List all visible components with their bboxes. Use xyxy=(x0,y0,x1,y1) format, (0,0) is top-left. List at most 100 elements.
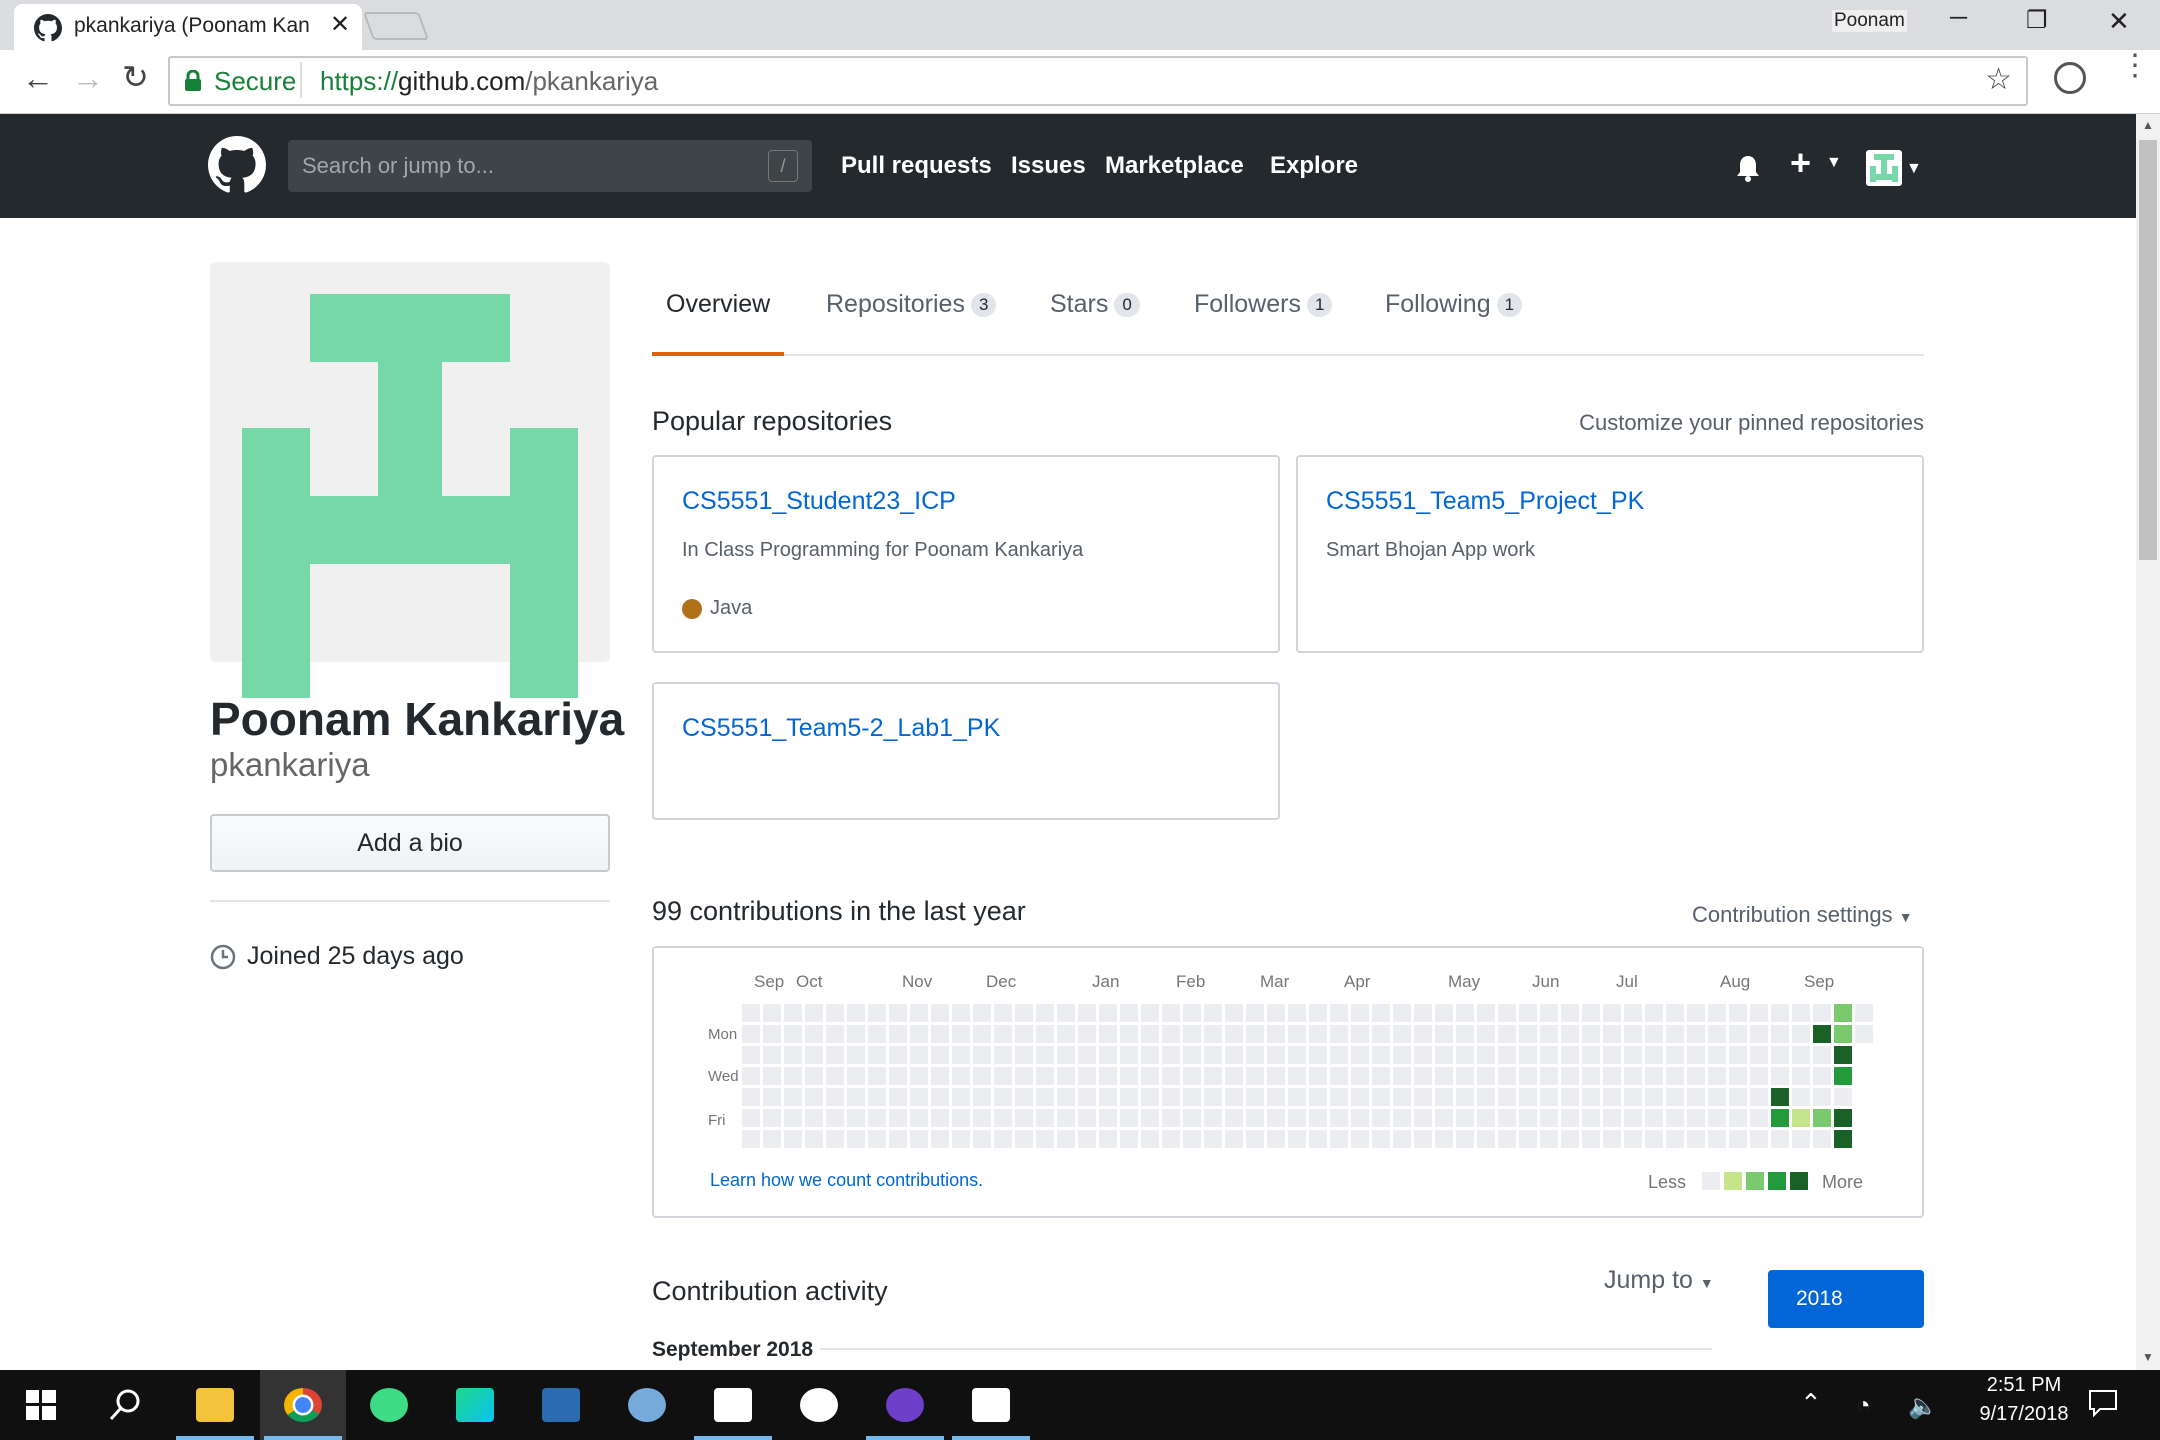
contribution-day-cell[interactable] xyxy=(910,1130,928,1148)
contribution-day-cell[interactable] xyxy=(742,1004,760,1022)
contribution-day-cell[interactable] xyxy=(1414,1067,1432,1085)
contribution-day-cell[interactable] xyxy=(1204,1025,1222,1043)
contribution-day-cell[interactable] xyxy=(973,1067,991,1085)
contribution-day-cell[interactable] xyxy=(1393,1130,1411,1148)
contribution-day-cell[interactable] xyxy=(1540,1025,1558,1043)
tab-overview[interactable]: Overview xyxy=(666,290,770,319)
repo-name-link[interactable]: CS5551_Student23_ICP xyxy=(682,487,956,516)
contribution-day-cell[interactable] xyxy=(1729,1025,1747,1043)
contribution-day-cell[interactable] xyxy=(1204,1067,1222,1085)
contribution-day-cell[interactable] xyxy=(1456,1109,1474,1127)
contribution-day-cell[interactable] xyxy=(1708,1046,1726,1064)
contribution-day-cell[interactable] xyxy=(1645,1088,1663,1106)
contribution-day-cell[interactable] xyxy=(1393,1109,1411,1127)
contribution-day-cell[interactable] xyxy=(1687,1088,1705,1106)
contribution-day-cell[interactable] xyxy=(1708,1088,1726,1106)
contribution-day-cell[interactable] xyxy=(784,1067,802,1085)
contribution-day-cell[interactable] xyxy=(1645,1130,1663,1148)
contribution-day-cell[interactable] xyxy=(931,1088,949,1106)
contribution-day-cell[interactable] xyxy=(952,1088,970,1106)
contribution-day-cell[interactable] xyxy=(1183,1109,1201,1127)
contribution-day-cell[interactable] xyxy=(1624,1109,1642,1127)
jump-to-dropdown[interactable]: Jump to ▼ xyxy=(1604,1266,1714,1295)
contribution-day-cell[interactable] xyxy=(1750,1067,1768,1085)
github-desktop-icon[interactable] xyxy=(862,1370,948,1440)
contribution-day-cell[interactable] xyxy=(1582,1088,1600,1106)
contribution-day-cell[interactable] xyxy=(1771,1130,1789,1148)
contribution-day-cell[interactable] xyxy=(1309,1025,1327,1043)
contribution-day-cell[interactable] xyxy=(847,1004,865,1022)
contribution-day-cell[interactable] xyxy=(1015,1130,1033,1148)
contribution-day-cell[interactable] xyxy=(1834,1067,1852,1085)
contribution-day-cell[interactable] xyxy=(1561,1004,1579,1022)
contribution-day-cell[interactable] xyxy=(1750,1088,1768,1106)
contribution-day-cell[interactable] xyxy=(1225,1046,1243,1064)
tab-repositories[interactable]: Repositories 3 xyxy=(826,290,997,319)
contribution-day-cell[interactable] xyxy=(1855,1004,1873,1022)
contribution-day-cell[interactable] xyxy=(1414,1130,1432,1148)
contribution-day-cell[interactable] xyxy=(1057,1046,1075,1064)
contribution-day-cell[interactable] xyxy=(1708,1004,1726,1022)
contribution-day-cell[interactable] xyxy=(1687,1130,1705,1148)
reload-icon[interactable]: ↻ xyxy=(122,58,149,96)
contribution-day-cell[interactable] xyxy=(1666,1109,1684,1127)
contribution-day-cell[interactable] xyxy=(1834,1088,1852,1106)
contribution-day-cell[interactable] xyxy=(910,1025,928,1043)
contribution-day-cell[interactable] xyxy=(805,1004,823,1022)
contribution-day-cell[interactable] xyxy=(931,1025,949,1043)
contribution-day-cell[interactable] xyxy=(1435,1046,1453,1064)
contribution-day-cell[interactable] xyxy=(1456,1088,1474,1106)
contribution-day-cell[interactable] xyxy=(994,1088,1012,1106)
contribution-day-cell[interactable] xyxy=(1771,1088,1789,1106)
contribution-day-cell[interactable] xyxy=(1330,1025,1348,1043)
contribution-day-cell[interactable] xyxy=(1603,1130,1621,1148)
contribution-day-cell[interactable] xyxy=(1729,1109,1747,1127)
contribution-day-cell[interactable] xyxy=(868,1109,886,1127)
contribution-day-cell[interactable] xyxy=(973,1109,991,1127)
contribution-day-cell[interactable] xyxy=(1435,1067,1453,1085)
scroll-up-icon[interactable]: ▲ xyxy=(2142,118,2154,132)
contribution-day-cell[interactable] xyxy=(1540,1046,1558,1064)
scroll-down-icon[interactable]: ▼ xyxy=(2142,1350,2154,1364)
contribution-day-cell[interactable] xyxy=(1477,1025,1495,1043)
contribution-day-cell[interactable] xyxy=(1036,1004,1054,1022)
contribution-day-cell[interactable] xyxy=(1582,1046,1600,1064)
contribution-day-cell[interactable] xyxy=(1141,1004,1159,1022)
contribution-day-cell[interactable] xyxy=(994,1025,1012,1043)
contribution-day-cell[interactable] xyxy=(1540,1130,1558,1148)
contribution-day-cell[interactable] xyxy=(1120,1130,1138,1148)
contribution-day-cell[interactable] xyxy=(1687,1067,1705,1085)
contribution-day-cell[interactable] xyxy=(1477,1067,1495,1085)
contribution-day-cell[interactable] xyxy=(1204,1088,1222,1106)
contribution-day-cell[interactable] xyxy=(1435,1130,1453,1148)
contribution-day-cell[interactable] xyxy=(1666,1046,1684,1064)
menu-dots-icon[interactable]: ⋮ xyxy=(2120,51,2150,81)
contribution-day-cell[interactable] xyxy=(1330,1046,1348,1064)
contribution-day-cell[interactable] xyxy=(1078,1067,1096,1085)
year-2018-button[interactable]: 2018 xyxy=(1768,1270,1924,1328)
contribution-day-cell[interactable] xyxy=(1456,1025,1474,1043)
contribution-day-cell[interactable] xyxy=(889,1067,907,1085)
contribution-day-cell[interactable] xyxy=(1729,1130,1747,1148)
contribution-day-cell[interactable] xyxy=(889,1130,907,1148)
contribution-day-cell[interactable] xyxy=(868,1004,886,1022)
contribution-day-cell[interactable] xyxy=(1183,1088,1201,1106)
contribution-day-cell[interactable] xyxy=(1687,1025,1705,1043)
contribution-day-cell[interactable] xyxy=(826,1025,844,1043)
app-window-icon[interactable] xyxy=(518,1370,604,1440)
window-close-icon[interactable]: ✕ xyxy=(2108,6,2130,37)
contribution-day-cell[interactable] xyxy=(1477,1004,1495,1022)
search-input[interactable]: Search or jump to... / xyxy=(288,140,812,192)
show-hidden-icons-chevron-icon[interactable]: ⌃ xyxy=(1800,1388,1822,1419)
contribution-day-cell[interactable] xyxy=(1393,1088,1411,1106)
contribution-day-cell[interactable] xyxy=(952,1130,970,1148)
contribution-day-cell[interactable] xyxy=(1246,1088,1264,1106)
contribution-day-cell[interactable] xyxy=(1162,1046,1180,1064)
nav-marketplace[interactable]: Marketplace xyxy=(1105,152,1244,180)
contribution-day-cell[interactable] xyxy=(1099,1130,1117,1148)
restore-icon[interactable]: ❐ xyxy=(2026,6,2048,35)
contribution-day-cell[interactable] xyxy=(910,1109,928,1127)
contribution-day-cell[interactable] xyxy=(1519,1004,1537,1022)
contribution-day-cell[interactable] xyxy=(1603,1025,1621,1043)
contribution-day-cell[interactable] xyxy=(1645,1025,1663,1043)
